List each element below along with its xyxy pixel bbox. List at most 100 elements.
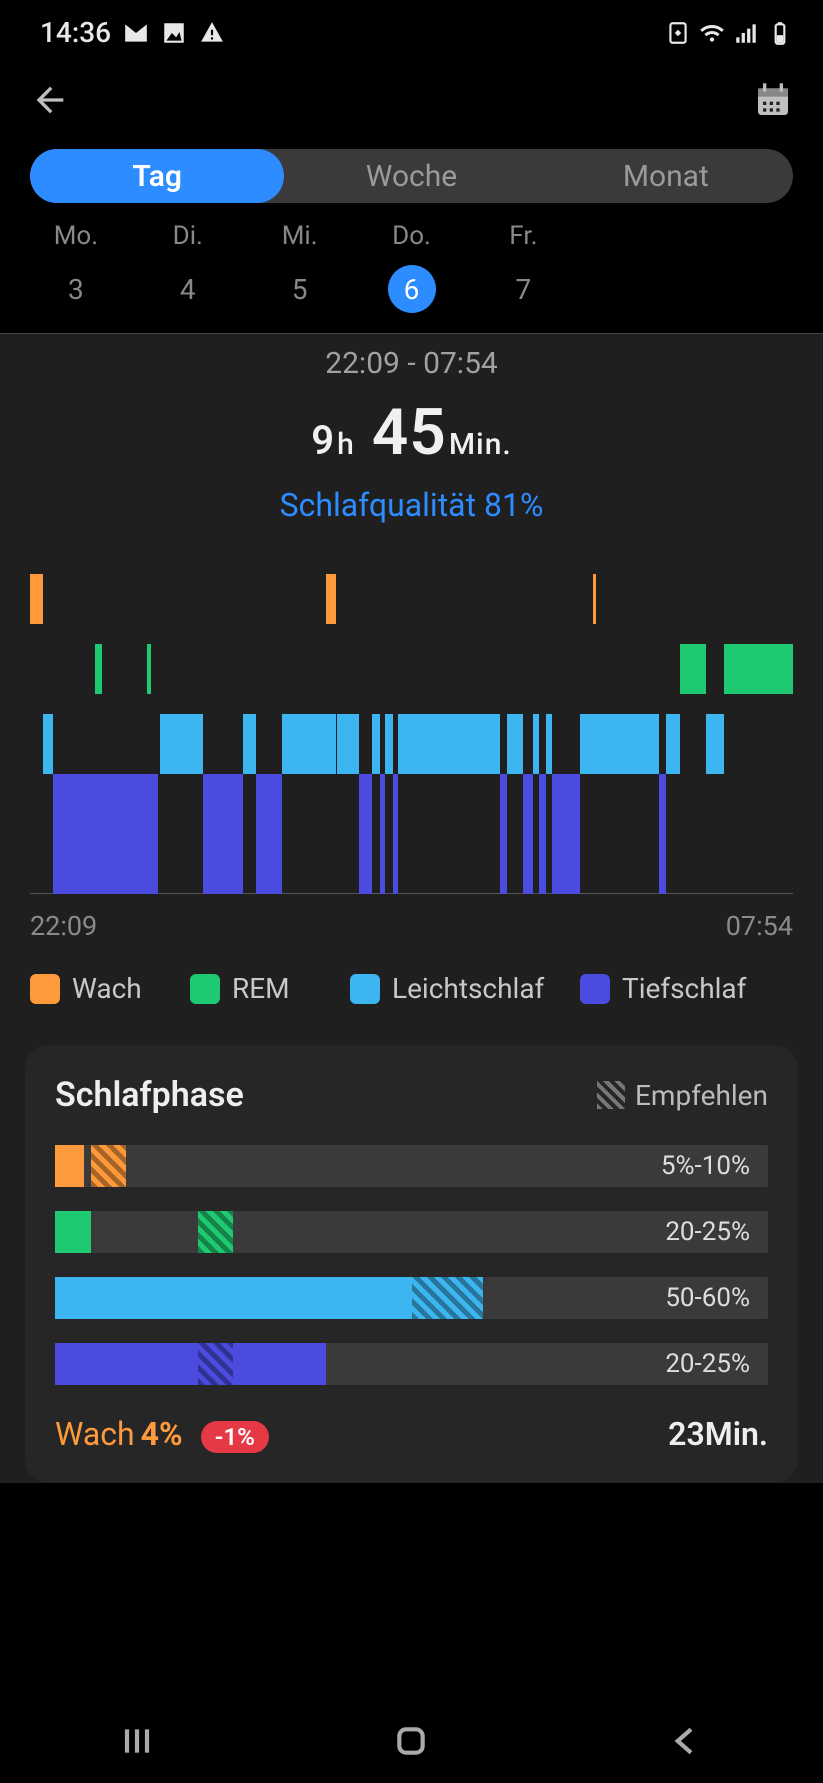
bar-fill [55,1211,91,1253]
phase-segment [125,774,158,894]
day-col-6 [691,221,803,313]
sleep-quality: Schlafqualität 81% [0,486,823,524]
bar-bg: 50-60% [55,1277,768,1319]
phase-row[interactable]: 20-25% [55,1343,768,1385]
legend-deep: Tiefschlaf [580,972,746,1005]
phase-segment [533,714,538,774]
bar-range-label: 50-60% [665,1283,750,1313]
recycle-icon [665,20,691,46]
phase-detail: Wach 4% -1% 23Min. [55,1415,768,1453]
summary: 22:09 - 07:54 9h 45Min. Schlafqualität 8… [0,346,823,554]
hours-unit: h [337,427,355,462]
day-strip: Mo. 3 Di. 4 Mi. 5 Do. 6 Fr. 7 [0,221,823,333]
detail-left: Wach 4% -1% [55,1415,269,1453]
bar-bg: 20-25% [55,1211,768,1253]
phase-row[interactable]: 50-60% [55,1277,768,1319]
calendar-button[interactable] [753,80,793,124]
phase-segment [53,774,125,894]
detail-duration: 23Min. [668,1415,768,1453]
period-tag-day[interactable]: Tag [30,149,284,203]
app-bar [0,55,823,149]
swatch-light-icon [350,974,380,1004]
phase-segment [385,714,393,774]
phase-segment [326,574,336,624]
detail-pct: 4% [141,1415,183,1453]
detail-name: Wach [55,1415,135,1453]
phase-segment [393,774,398,894]
bar-reco-hatch [91,1145,127,1187]
recents-button[interactable] [117,1721,157,1765]
sleep-duration: 9h 45Min. [0,395,823,470]
wifi-icon [699,20,725,46]
mail-icon [123,20,149,46]
phase-segment [372,714,380,774]
phase-segment [160,714,203,774]
phase-segment [539,774,547,894]
system-navbar [0,1703,823,1783]
day-num: 6 [388,265,436,313]
bar-range-label: 20-25% [665,1217,750,1247]
day-num: 4 [164,265,212,313]
legend-rem-label: REM [232,972,290,1005]
day-label: Do. [392,221,431,251]
main: 22:09 - 07:54 9h 45Min. Schlafqualität 8… [0,333,823,1483]
delta-badge: -1% [201,1421,269,1453]
status-right [665,20,793,46]
swatch-awake-icon [30,974,60,1004]
bar-fill [55,1277,433,1319]
legend-awake: Wach [30,972,190,1005]
legend: Wach REM Leichtschlaf Tiefschlaf [0,972,823,1045]
phase-segment [243,714,256,774]
phase-row[interactable]: 20-25% [55,1211,768,1253]
day-num: 3 [52,265,100,313]
phase-segment [380,774,385,894]
day-col-2[interactable]: Mi. 5 [244,221,356,313]
phase-segment [724,644,793,694]
x-start: 22:09 [30,910,97,942]
hatch-icon [597,1081,625,1109]
status-time: 14:36 [40,16,111,49]
day-col-3[interactable]: Do. 6 [356,221,468,313]
phase-segment [666,714,679,774]
period-tag-week[interactable]: Woche [284,149,538,203]
phase-head: Schlafphase Empfehlen [55,1075,768,1115]
swatch-deep-icon [580,974,610,1004]
phase-segment [398,714,500,774]
minutes: 45 [372,395,447,470]
day-col-4[interactable]: Fr. 7 [467,221,579,313]
bar-bg: 5%-10% [55,1145,768,1187]
sleep-chart[interactable] [30,574,793,894]
bar-reco-hatch [198,1343,234,1385]
phase-segment [256,774,282,894]
phase-segment [580,714,626,774]
bar-range-label: 20-25% [665,1349,750,1379]
legend-light-label: Leichtschlaf [392,972,544,1005]
phase-segment [30,574,43,624]
day-col-1[interactable]: Di. 4 [132,221,244,313]
status-left: 14:36 [40,16,225,49]
phase-segment [43,714,53,774]
phase-segment [552,774,581,894]
period-tag-month[interactable]: Monat [539,149,793,203]
phase-segment [706,714,724,774]
bar-range-label: 5%-10% [661,1151,750,1181]
reco-label: Empfehlen [635,1079,768,1112]
legend-light: Leichtschlaf [350,972,580,1005]
back-button[interactable] [30,80,70,124]
phase-row[interactable]: 5%-10% [55,1145,768,1187]
phase-segment [507,714,523,774]
phase-segment [95,644,102,694]
swatch-rem-icon [190,974,220,1004]
bar-bg: 20-25% [55,1343,768,1385]
hours: 9 [311,417,335,464]
home-button[interactable] [391,1721,431,1765]
cell-icon [733,20,759,46]
back-nav-button[interactable] [666,1721,706,1765]
phase-segment [337,714,359,774]
day-num: 7 [499,265,547,313]
phase-segment [626,714,659,774]
legend-awake-label: Wach [72,972,142,1005]
day-col-0[interactable]: Mo. 3 [20,221,132,313]
minutes-unit: Min. [449,427,512,462]
phase-title: Schlafphase [55,1075,244,1115]
